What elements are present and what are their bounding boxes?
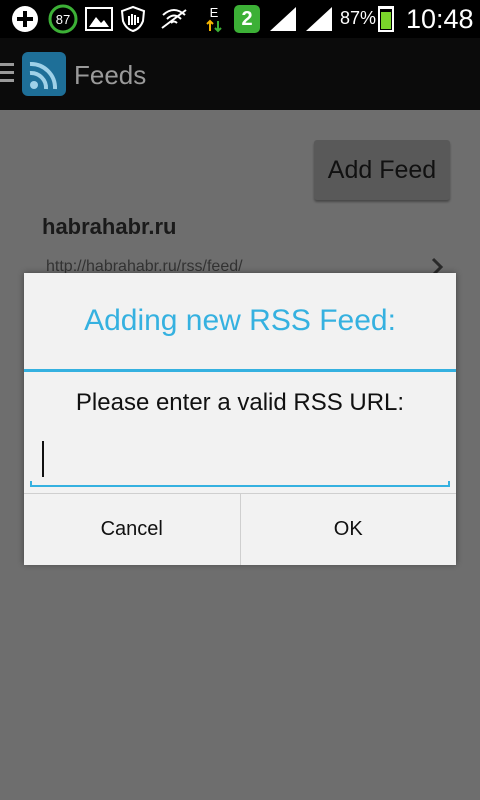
battery-percent: 87% — [340, 8, 377, 28]
add-feed-dialog: Adding new RSS Feed: Please enter a vali… — [24, 273, 456, 565]
add-feed-button[interactable]: Add Feed — [314, 140, 450, 200]
status-bar: 87 E 2 87% 10:48 — [0, 0, 480, 38]
menu-icon[interactable] — [0, 63, 14, 85]
cancel-button[interactable]: Cancel — [24, 494, 240, 565]
feed-title: habrahabr.ru — [42, 214, 177, 239]
dialog-title-divider — [24, 369, 456, 372]
notification-count: 87 — [56, 12, 70, 27]
rss-url-input[interactable] — [30, 433, 450, 487]
add-icon — [8, 5, 42, 33]
notification-count-icon: 87 — [46, 4, 80, 34]
dialog-message: Please enter a valid RSS URL: — [75, 389, 405, 416]
page-title: Feeds — [74, 60, 147, 90]
network-type: E — [209, 4, 219, 20]
status-time: 10:48 — [406, 4, 474, 34]
wifi-signal-icon — [268, 5, 298, 33]
rss-icon[interactable] — [22, 52, 66, 96]
battery-icon — [378, 6, 394, 32]
sim-icon: 2 — [234, 5, 260, 33]
ok-button[interactable]: OK — [239, 494, 456, 565]
dialog-title: Adding new RSS Feed: — [84, 304, 396, 337]
action-bar: Feeds — [0, 38, 480, 110]
text-caret — [42, 441, 44, 477]
hand-shield-icon — [118, 5, 148, 33]
gallery-icon — [84, 5, 114, 33]
signal-muted-icon — [158, 5, 190, 33]
data-arrows-icon: E — [202, 5, 226, 33]
cell-signal-icon — [304, 5, 334, 33]
dialog-button-bar: Cancel OK — [24, 493, 456, 565]
